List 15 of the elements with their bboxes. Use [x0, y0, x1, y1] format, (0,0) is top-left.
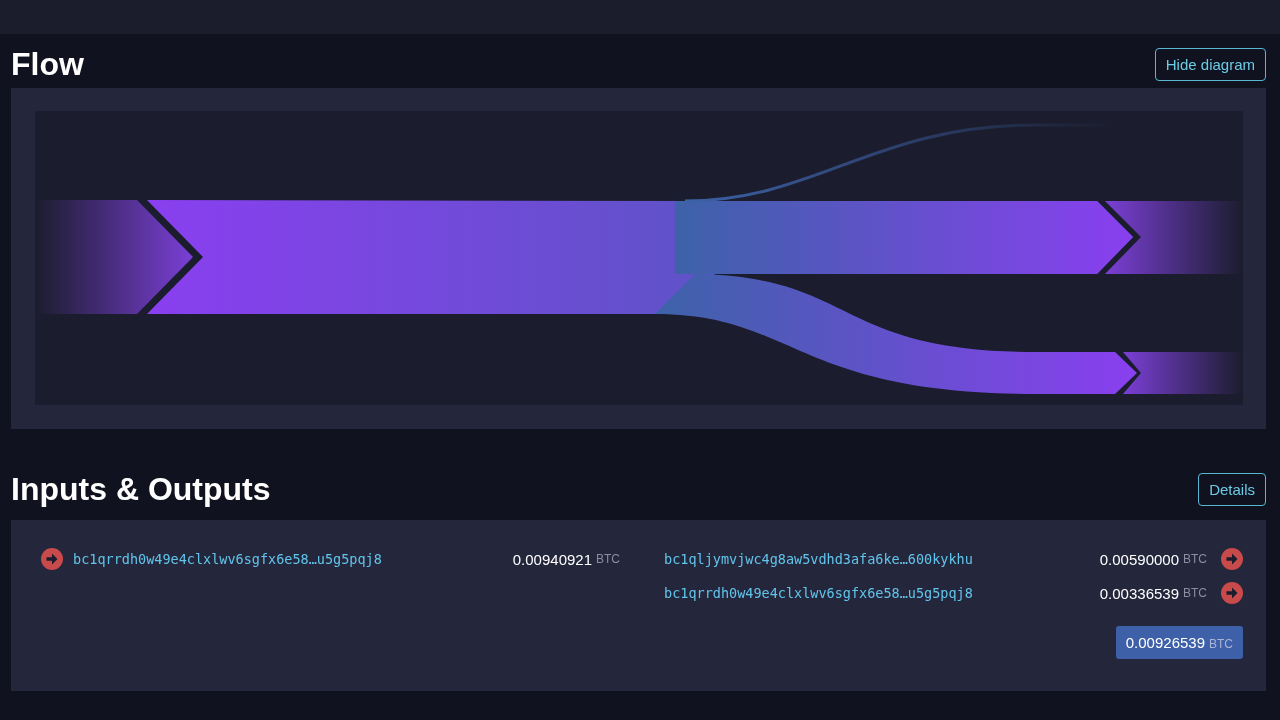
- section-title: Inputs & Outputs: [11, 470, 271, 508]
- section-title: Flow: [11, 45, 84, 83]
- amount: 0.00590000: [1099, 550, 1179, 568]
- amount: 0.00940921: [512, 550, 592, 568]
- address-link[interactable]: bc1qrrdh0w49e4clxlwv6sgfx6e58…u5g5pqj8: [664, 585, 1100, 601]
- details-button[interactable]: Details: [1198, 472, 1266, 506]
- address-link[interactable]: bc1qrrdh0w49e4clxlwv6sgfx6e58…u5g5pqj8: [73, 551, 513, 567]
- hide-diagram-button[interactable]: Hide diagram: [1154, 47, 1266, 81]
- unit-label: BTC: [1183, 552, 1207, 566]
- unit-label: BTC: [1209, 637, 1233, 651]
- amount: 0.00336539: [1099, 584, 1179, 602]
- address-link[interactable]: bc1qljymvjwc4g8aw5vdhd3afa6ke…600kykhu: [664, 551, 1100, 567]
- unit-label: BTC: [596, 552, 620, 566]
- unit-label: BTC: [1183, 586, 1207, 600]
- total-amount: 0.00926539: [1125, 634, 1205, 651]
